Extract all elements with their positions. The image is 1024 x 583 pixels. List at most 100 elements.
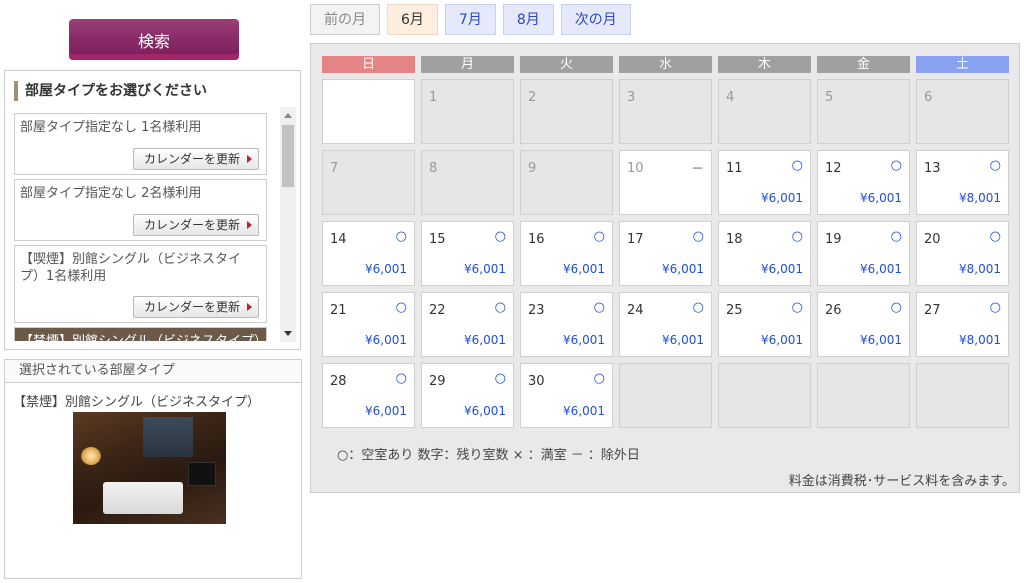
day-price[interactable]: ¥6,001 — [464, 262, 506, 276]
room-item-nonsmoking-business[interactable]: 【禁煙】別館シングル（ビジネスタイプ） — [14, 327, 267, 341]
day-price[interactable]: ¥6,001 — [662, 262, 704, 276]
day-price[interactable]: ¥6,001 — [563, 262, 605, 276]
available-icon[interactable]: ○ — [396, 371, 407, 386]
day-number: 28 — [330, 374, 347, 389]
available-icon[interactable]: ○ — [693, 229, 704, 244]
calendar-day-cell[interactable]: 15 ○ ¥6,001 — [421, 221, 514, 286]
available-icon[interactable]: ○ — [594, 229, 605, 244]
available-icon[interactable]: ○ — [594, 300, 605, 315]
calendar-day-cell[interactable]: 23 ○ ¥6,001 — [520, 292, 613, 357]
calendar-day-cell[interactable]: 19 ○ ¥6,001 — [817, 221, 910, 286]
calendar-day-cell[interactable]: 13 ○ ¥8,001 — [916, 150, 1009, 215]
prev-month-button[interactable]: 前の月 — [310, 4, 380, 35]
search-button[interactable]: 検索 — [69, 19, 239, 60]
next-month-button[interactable]: 次の月 — [560, 4, 631, 35]
calendar-day-cell[interactable]: 28 ○ ¥6,001 — [322, 363, 415, 428]
room-list-scrollbar[interactable] — [280, 107, 296, 342]
calendar-day-cell: 2 — [520, 79, 613, 144]
available-icon[interactable]: ○ — [396, 229, 407, 244]
day-price[interactable]: ¥6,001 — [563, 333, 605, 347]
available-icon[interactable]: ○ — [495, 300, 506, 315]
calendar-day-cell[interactable]: 11 ○ ¥6,001 — [718, 150, 811, 215]
calendar-day-cell: 4 — [718, 79, 811, 144]
selected-room-name: 【禁煙】別館シングル（ビジネスタイプ） — [13, 395, 261, 410]
available-icon[interactable]: ○ — [792, 300, 803, 315]
available-icon[interactable]: ○ — [891, 158, 902, 173]
calendar-day-cell[interactable]: 12 ○ ¥6,001 — [817, 150, 910, 215]
day-price[interactable]: ¥6,001 — [464, 333, 506, 347]
day-price[interactable]: ¥6,001 — [860, 333, 902, 347]
calendar-day-cell — [322, 79, 415, 144]
available-icon[interactable]: ○ — [990, 229, 1001, 244]
available-icon[interactable]: ○ — [495, 371, 506, 386]
calendar-day-cell[interactable]: 14 ○ ¥6,001 — [322, 221, 415, 286]
calendar-day-cell[interactable]: 30 ○ ¥6,001 — [520, 363, 613, 428]
day-price[interactable]: ¥6,001 — [563, 404, 605, 418]
available-icon[interactable]: ○ — [891, 300, 902, 315]
available-icon[interactable]: ○ — [891, 229, 902, 244]
update-calendar-button[interactable]: カレンダーを更新 — [132, 214, 259, 236]
room-item-single-1[interactable]: 部屋タイプ指定なし 1名様利用 カレンダーを更新 — [14, 113, 267, 175]
weekday-header: 土 — [916, 56, 1009, 73]
calendar-day-cell[interactable]: 22 ○ ¥6,001 — [421, 292, 514, 357]
weekday-header: 月 — [421, 56, 514, 73]
day-number: 18 — [726, 232, 743, 247]
available-icon[interactable]: ○ — [792, 158, 803, 173]
day-number: 6 — [924, 90, 933, 105]
calendar-day-cell[interactable]: 29 ○ ¥6,001 — [421, 363, 514, 428]
room-photo-lamp — [81, 447, 101, 465]
calendar-day-cell[interactable]: 16 ○ ¥6,001 — [520, 221, 613, 286]
calendar-day-cell[interactable]: 20 ○ ¥8,001 — [916, 221, 1009, 286]
day-price[interactable]: ¥8,001 — [959, 191, 1001, 205]
available-icon[interactable]: ○ — [594, 371, 605, 386]
calendar-day-cell[interactable]: 24 ○ ¥6,001 — [619, 292, 712, 357]
month-tab-august[interactable]: 8月 — [502, 4, 554, 35]
calendar-day-cell[interactable]: 25 ○ ¥6,001 — [718, 292, 811, 357]
room-item-name: 【禁煙】別館シングル（ビジネスタイプ） — [15, 328, 267, 341]
update-calendar-button[interactable]: カレンダーを更新 — [132, 148, 259, 170]
calendar-legend: ○：空室あり 数字：残り室数 × ：満室 － ：除外日 — [337, 448, 640, 463]
day-number: 7 — [330, 161, 339, 176]
scroll-down-arrow-icon[interactable] — [284, 331, 292, 336]
day-number: 12 — [825, 161, 842, 176]
day-price[interactable]: ¥6,001 — [464, 404, 506, 418]
day-price[interactable]: ¥6,001 — [365, 333, 407, 347]
scroll-up-arrow-icon[interactable] — [284, 113, 292, 118]
calendar-day-cell[interactable]: 26 ○ ¥6,001 — [817, 292, 910, 357]
available-icon[interactable]: ○ — [990, 158, 1001, 173]
day-price[interactable]: ¥6,001 — [860, 262, 902, 276]
available-icon[interactable]: ○ — [396, 300, 407, 315]
day-price[interactable]: ¥6,001 — [365, 262, 407, 276]
room-item-name: 部屋タイプ指定なし 1名様利用 — [20, 120, 202, 135]
room-item-single-2[interactable]: 部屋タイプ指定なし 2名様利用 カレンダーを更新 — [14, 179, 267, 241]
day-price[interactable]: ¥6,001 — [761, 333, 803, 347]
scroll-thumb[interactable] — [282, 125, 294, 187]
available-icon[interactable]: ○ — [495, 229, 506, 244]
room-item-smoking-business[interactable]: 【喫煙】別館シングル（ビジネスタイプ）1名様利用 カレンダーを更新 — [14, 245, 267, 323]
update-calendar-button[interactable]: カレンダーを更新 — [132, 296, 259, 318]
day-number: 25 — [726, 303, 743, 318]
calendar-day-cell[interactable]: 21 ○ ¥6,001 — [322, 292, 415, 357]
day-price[interactable]: ¥6,001 — [365, 404, 407, 418]
day-number: 3 — [627, 90, 636, 105]
calendar-day-cell — [619, 363, 712, 428]
day-price[interactable]: ¥8,001 — [959, 262, 1001, 276]
available-icon[interactable]: ○ — [792, 229, 803, 244]
day-price[interactable]: ¥6,001 — [662, 333, 704, 347]
month-tab-june[interactable]: 6月 — [387, 4, 438, 35]
available-icon[interactable]: ○ — [990, 300, 1001, 315]
month-tab-july[interactable]: 7月 — [444, 4, 496, 35]
day-number: 21 — [330, 303, 347, 318]
calendar-day-cell[interactable]: 27 ○ ¥8,001 — [916, 292, 1009, 357]
day-price[interactable]: ¥6,001 — [860, 191, 902, 205]
calendar-day-cell[interactable]: 17 ○ ¥6,001 — [619, 221, 712, 286]
calendar-day-cell[interactable]: 18 ○ ¥6,001 — [718, 221, 811, 286]
day-price[interactable]: ¥6,001 — [761, 191, 803, 205]
day-price[interactable]: ¥6,001 — [761, 262, 803, 276]
day-price[interactable]: ¥8,001 — [959, 333, 1001, 347]
day-number: 29 — [429, 374, 446, 389]
day-number: 13 — [924, 161, 941, 176]
room-type-panel: 部屋タイプをお選びください 部屋タイプ指定なし 1名様利用 カレンダーを更新 部… — [4, 70, 301, 350]
day-number: 22 — [429, 303, 446, 318]
available-icon[interactable]: ○ — [693, 300, 704, 315]
